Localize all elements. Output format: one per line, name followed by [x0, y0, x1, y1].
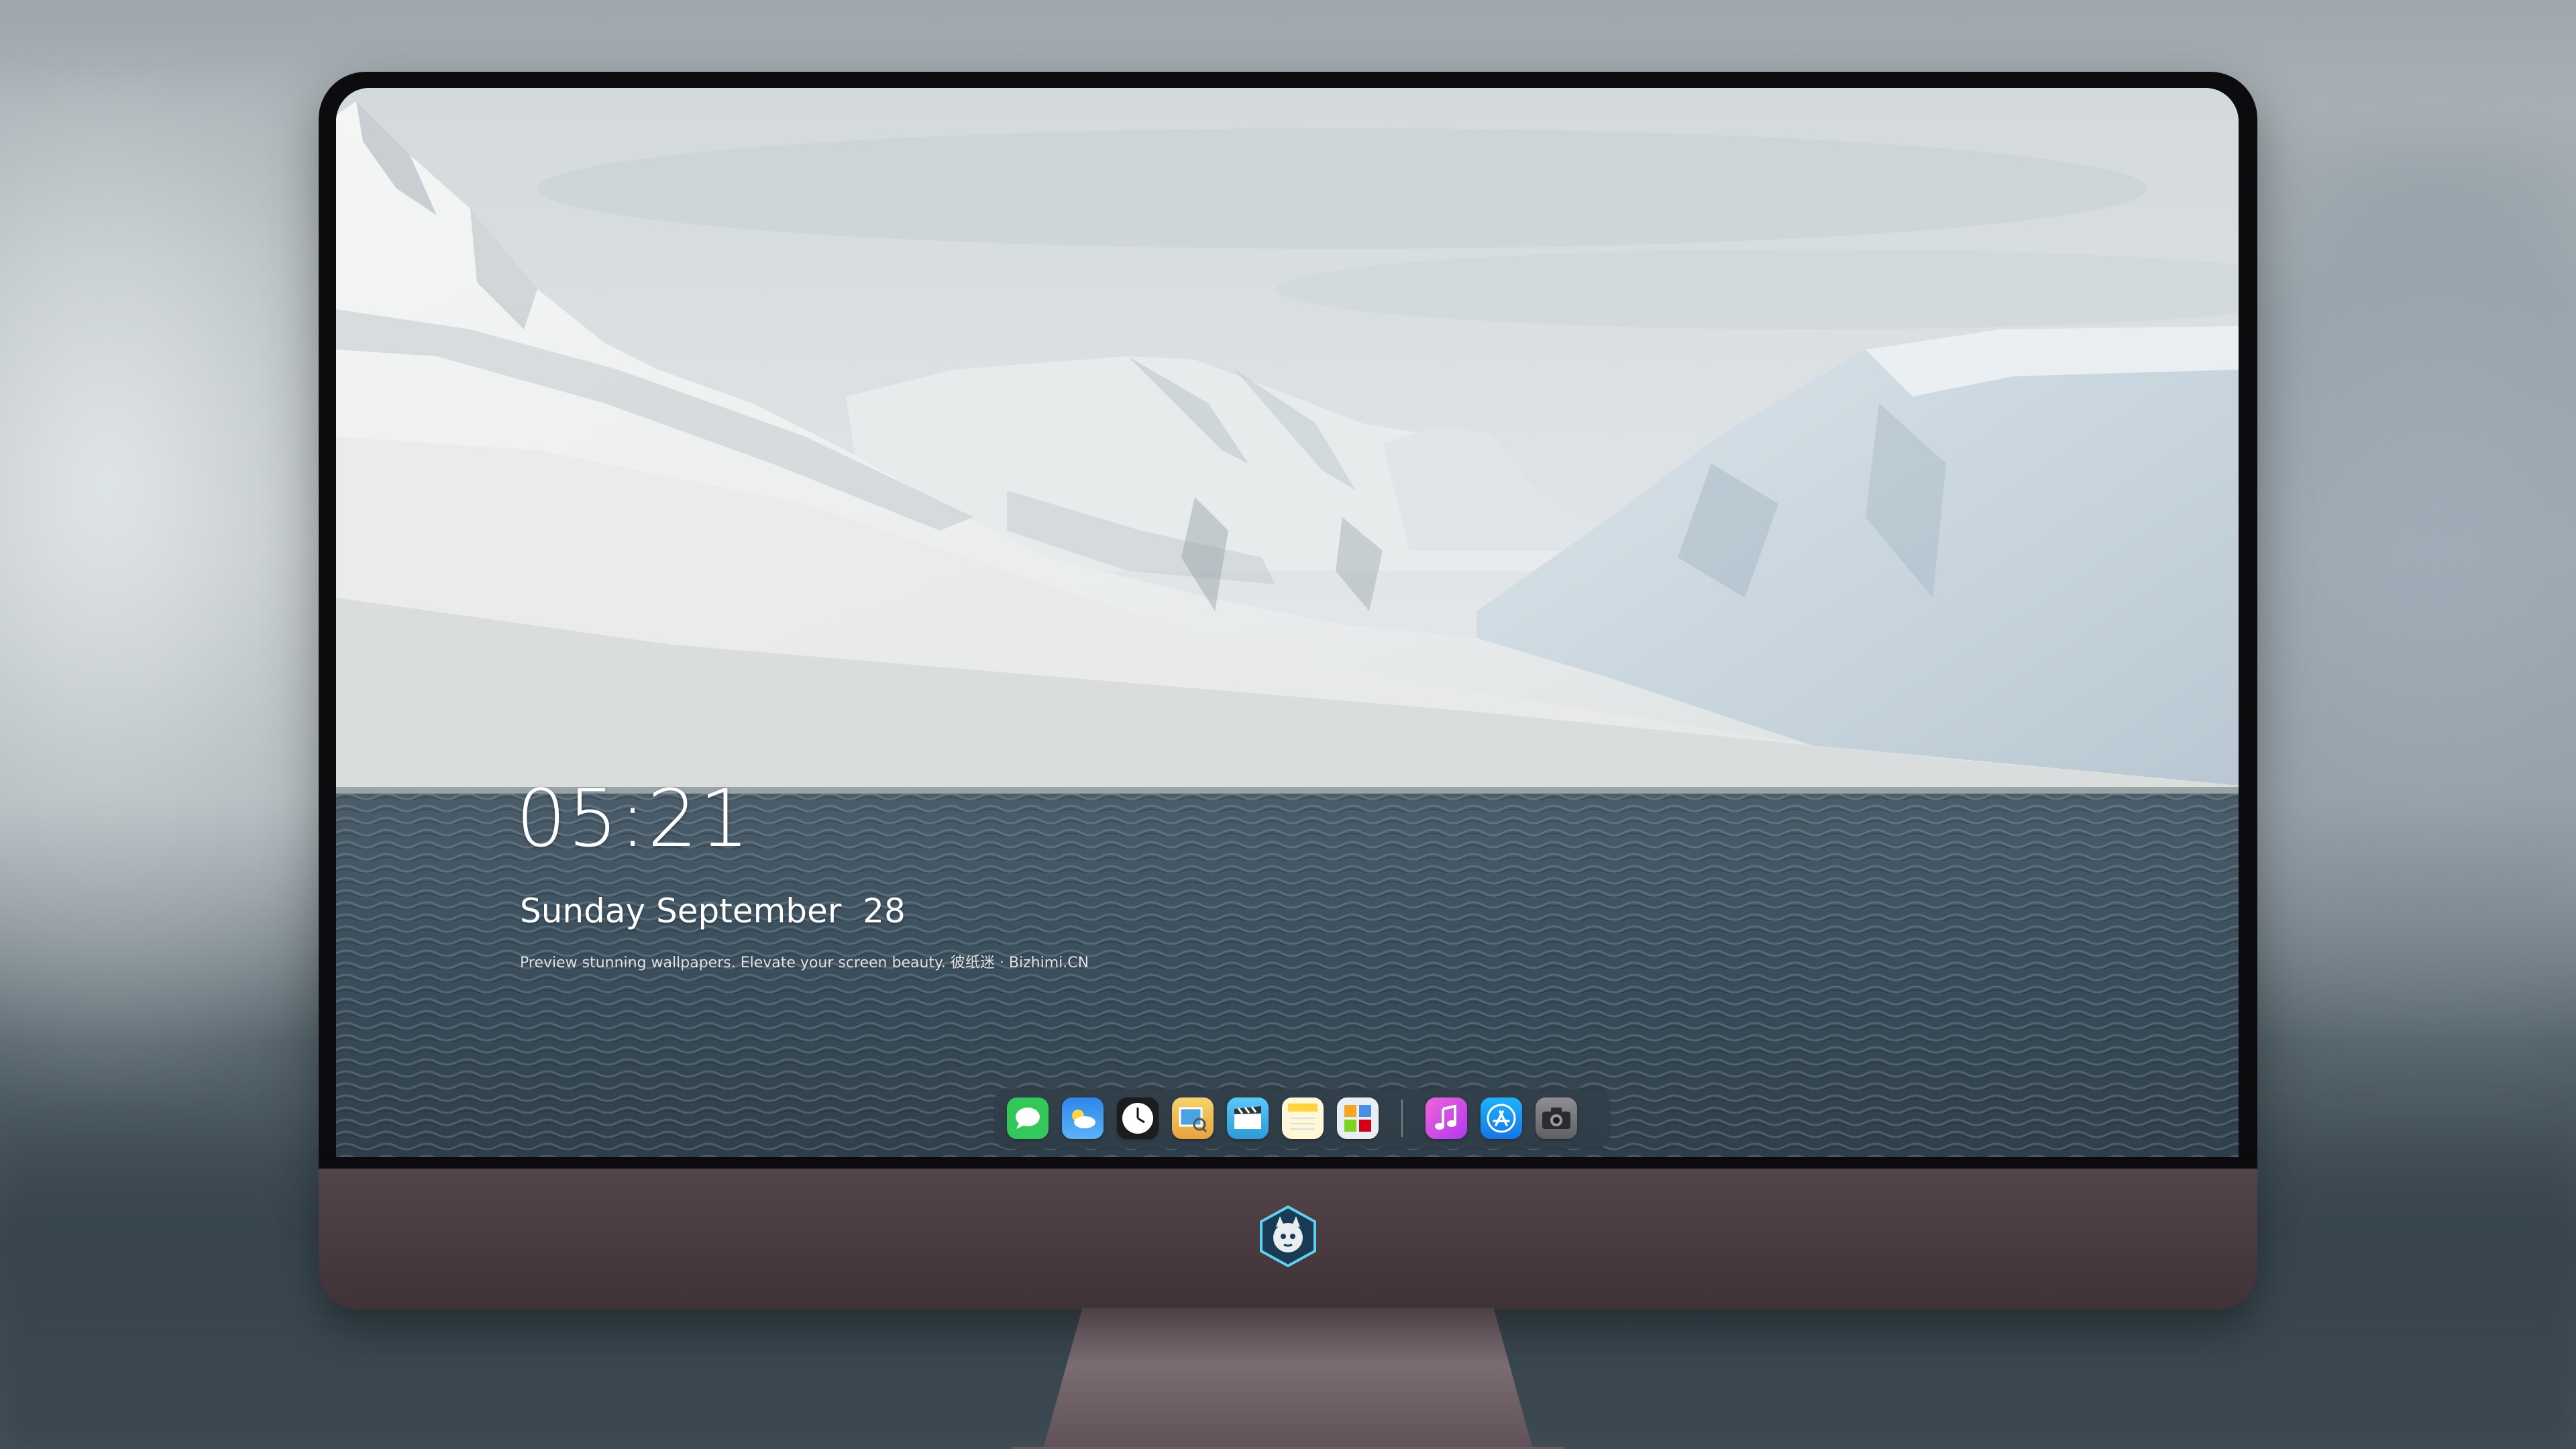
clock-icon[interactable] — [1117, 1097, 1159, 1139]
lockscreen-clock: 05:21 — [516, 772, 751, 865]
lockscreen-date: Sunday September 28 — [520, 892, 906, 930]
monitor-screen: 05:21 Sunday September 28 Preview stunni… — [336, 88, 2239, 1157]
preview-icon[interactable] — [1172, 1097, 1214, 1139]
photo-booth-icon[interactable] — [1337, 1097, 1379, 1139]
desktop-background: 05:21 Sunday September 28 Preview stunni… — [0, 0, 2576, 1449]
camera-icon[interactable] — [1536, 1097, 1577, 1139]
dock-separator — [1401, 1099, 1403, 1137]
dock — [994, 1087, 1611, 1149]
final-cut-icon[interactable] — [1227, 1097, 1269, 1139]
imac-monitor: 05:21 Sunday September 28 Preview stunni… — [319, 72, 2257, 1449]
weather-icon[interactable] — [1062, 1097, 1104, 1139]
mascot-logo-icon — [1256, 1204, 1320, 1269]
messages-icon[interactable] — [1007, 1097, 1049, 1139]
app-store-icon[interactable] — [1481, 1097, 1522, 1139]
monitor-bezel: 05:21 Sunday September 28 Preview stunni… — [319, 72, 2257, 1172]
wallpaper-snow-mountains — [336, 88, 2239, 1157]
monitor-stand-neck — [1043, 1308, 1533, 1449]
itunes-icon[interactable] — [1426, 1097, 1467, 1139]
wallpaper-tagline: Preview stunning wallpapers. Elevate you… — [520, 955, 1089, 971]
notes-icon[interactable] — [1282, 1097, 1324, 1139]
monitor-chin — [319, 1169, 2257, 1309]
